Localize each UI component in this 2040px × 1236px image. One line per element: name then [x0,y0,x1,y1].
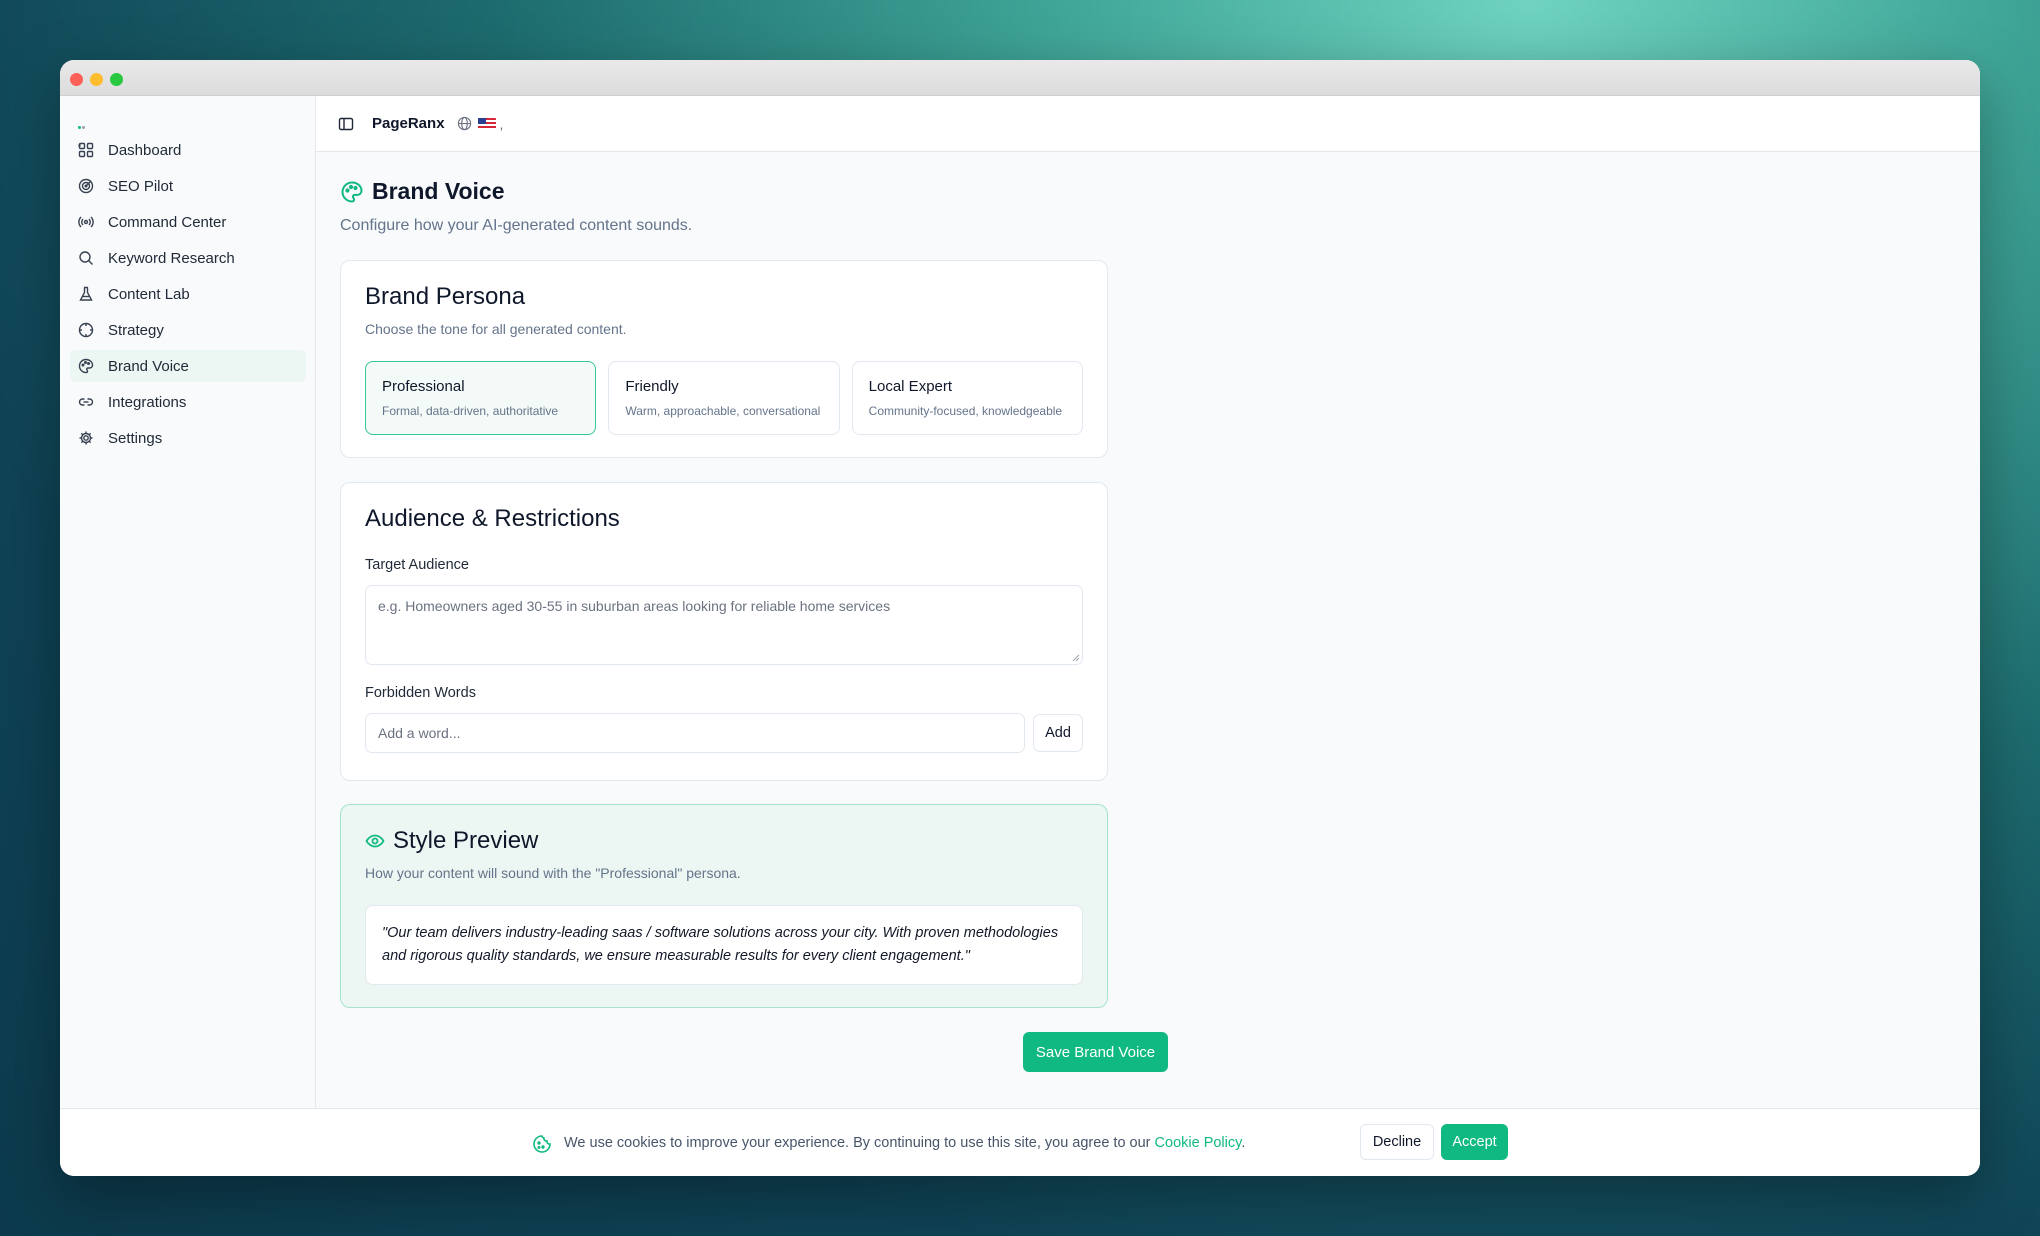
sidebar-item-integrations[interactable]: Integrations [70,386,306,418]
search-icon [79,251,93,265]
locale-separator: , [499,115,504,132]
sidebar-item-label: Command Center [108,213,227,231]
palette-icon [78,358,94,374]
eye-icon [365,834,385,848]
style-preview-title: Style Preview [393,827,539,854]
page-header: Brand Voice Configure how your AI-genera… [340,178,692,235]
sidebar-item-content-lab[interactable]: Content Lab [70,278,306,310]
sidebar-item-seo-pilot[interactable]: SEO Pilot [70,170,306,202]
decline-cookies-button[interactable]: Decline [1360,1124,1434,1160]
sidebar-item-label: Strategy [108,321,164,339]
app-name: PageRanx [372,115,445,132]
persona-options: Professional Formal, data-driven, author… [365,361,1083,435]
preview-quote: "Our team delivers industry-leading saas… [365,905,1083,985]
title-bar [60,60,1980,96]
sidebar-nav: Dashboard SEO Pilot Command Center Keywo… [70,134,306,458]
cookie-message: We use cookies to improve your experienc… [564,1135,1245,1151]
forbidden-words-label: Forbidden Words [365,685,476,701]
minimize-window-button[interactable] [90,73,103,86]
dashboard-grid-icon [78,142,94,158]
add-word-button[interactable]: Add [1033,714,1083,752]
us-flag-icon[interactable] [477,117,496,130]
sidebar-item-strategy[interactable]: Strategy [70,314,306,346]
sidebar-item-keyword-research[interactable]: Keyword Research [70,242,306,274]
sidebar-item-label: Dashboard [108,141,182,159]
brand-persona-card: Brand Persona Choose the tone for all ge… [340,260,1108,458]
crosshair-icon [78,322,94,338]
forbidden-word-placeholder: Add a word... [378,725,461,741]
style-preview-description: How your content will sound with the "Pr… [365,865,741,881]
palette-icon [341,180,363,203]
sidebar-item-label: Integrations [108,393,187,411]
style-preview-card: Style Preview How your content will soun… [340,804,1108,1008]
persona-desc: Warm, approachable, conversational [625,404,821,418]
logo-icon [78,116,88,147]
close-window-button[interactable] [70,73,83,86]
maximize-window-button[interactable] [110,73,123,86]
brand-persona-title: Brand Persona [365,283,526,310]
save-brand-voice-button[interactable]: Save Brand Voice [1023,1032,1168,1072]
link-icon [78,398,94,406]
cookie-banner: We use cookies to improve your experienc… [60,1108,1980,1176]
accept-cookies-button[interactable]: Accept [1441,1124,1508,1160]
sidebar-item-settings[interactable]: Settings [70,422,306,454]
globe-icon[interactable] [457,116,472,131]
audience-restrictions-card: Audience & Restrictions Target Audience … [340,482,1108,781]
persona-desc: Formal, data-driven, authoritative [382,404,559,418]
brand-persona-description: Choose the tone for all generated conten… [365,321,627,337]
persona-option-friendly[interactable]: Friendly Warm, approachable, conversatio… [608,361,840,435]
sidebar-item-label: SEO Pilot [108,177,174,195]
persona-name: Local Expert [868,378,953,395]
cookie-policy-link[interactable]: Cookie Policy [1155,1135,1242,1151]
page-title: Brand Voice [372,178,505,204]
sidebar-item-label: Content Lab [108,285,190,303]
cookie-period: . [1241,1135,1246,1151]
page-subtitle: Configure how your AI-generated content … [340,217,693,234]
cookie-icon [533,1135,551,1153]
top-bar: PageRanx , [316,96,1980,152]
persona-option-professional[interactable]: Professional Formal, data-driven, author… [365,361,597,435]
resize-handle-icon[interactable] [1072,654,1080,662]
flask-icon [79,286,93,301]
cookie-text: We use cookies to improve your experienc… [564,1135,1155,1151]
sidebar-item-dashboard[interactable]: Dashboard [70,134,306,166]
sidebar-item-label: Keyword Research [108,249,235,267]
audience-title: Audience & Restrictions [365,505,620,532]
forbidden-word-input[interactable]: Add a word... [365,713,1025,753]
sidebar-item-brand-voice[interactable]: Brand Voice [70,350,306,382]
target-audience-placeholder: e.g. Homeowners aged 30-55 in suburban a… [378,598,891,614]
radar-icon [78,178,94,194]
persona-desc: Community-focused, knowledgeable [868,404,1063,418]
persona-name: Friendly [625,378,679,395]
sidebar-item-command-center[interactable]: Command Center [70,206,306,238]
sidebar: Dashboard SEO Pilot Command Center Keywo… [60,96,316,1108]
sidebar-toggle-icon[interactable] [338,116,354,132]
broadcast-icon [78,216,94,228]
main-content: Brand Voice Configure how your AI-genera… [316,152,1980,1108]
sidebar-item-label: Settings [108,429,163,447]
gear-icon [79,431,93,445]
sidebar-item-label: Brand Voice [108,357,189,375]
app-window: Dashboard SEO Pilot Command Center Keywo… [60,60,1980,1176]
persona-name: Professional [382,378,465,395]
target-audience-label: Target Audience [365,557,469,573]
persona-option-local-expert[interactable]: Local Expert Community-focused, knowledg… [851,361,1083,435]
target-audience-textarea[interactable]: e.g. Homeowners aged 30-55 in suburban a… [365,585,1083,665]
